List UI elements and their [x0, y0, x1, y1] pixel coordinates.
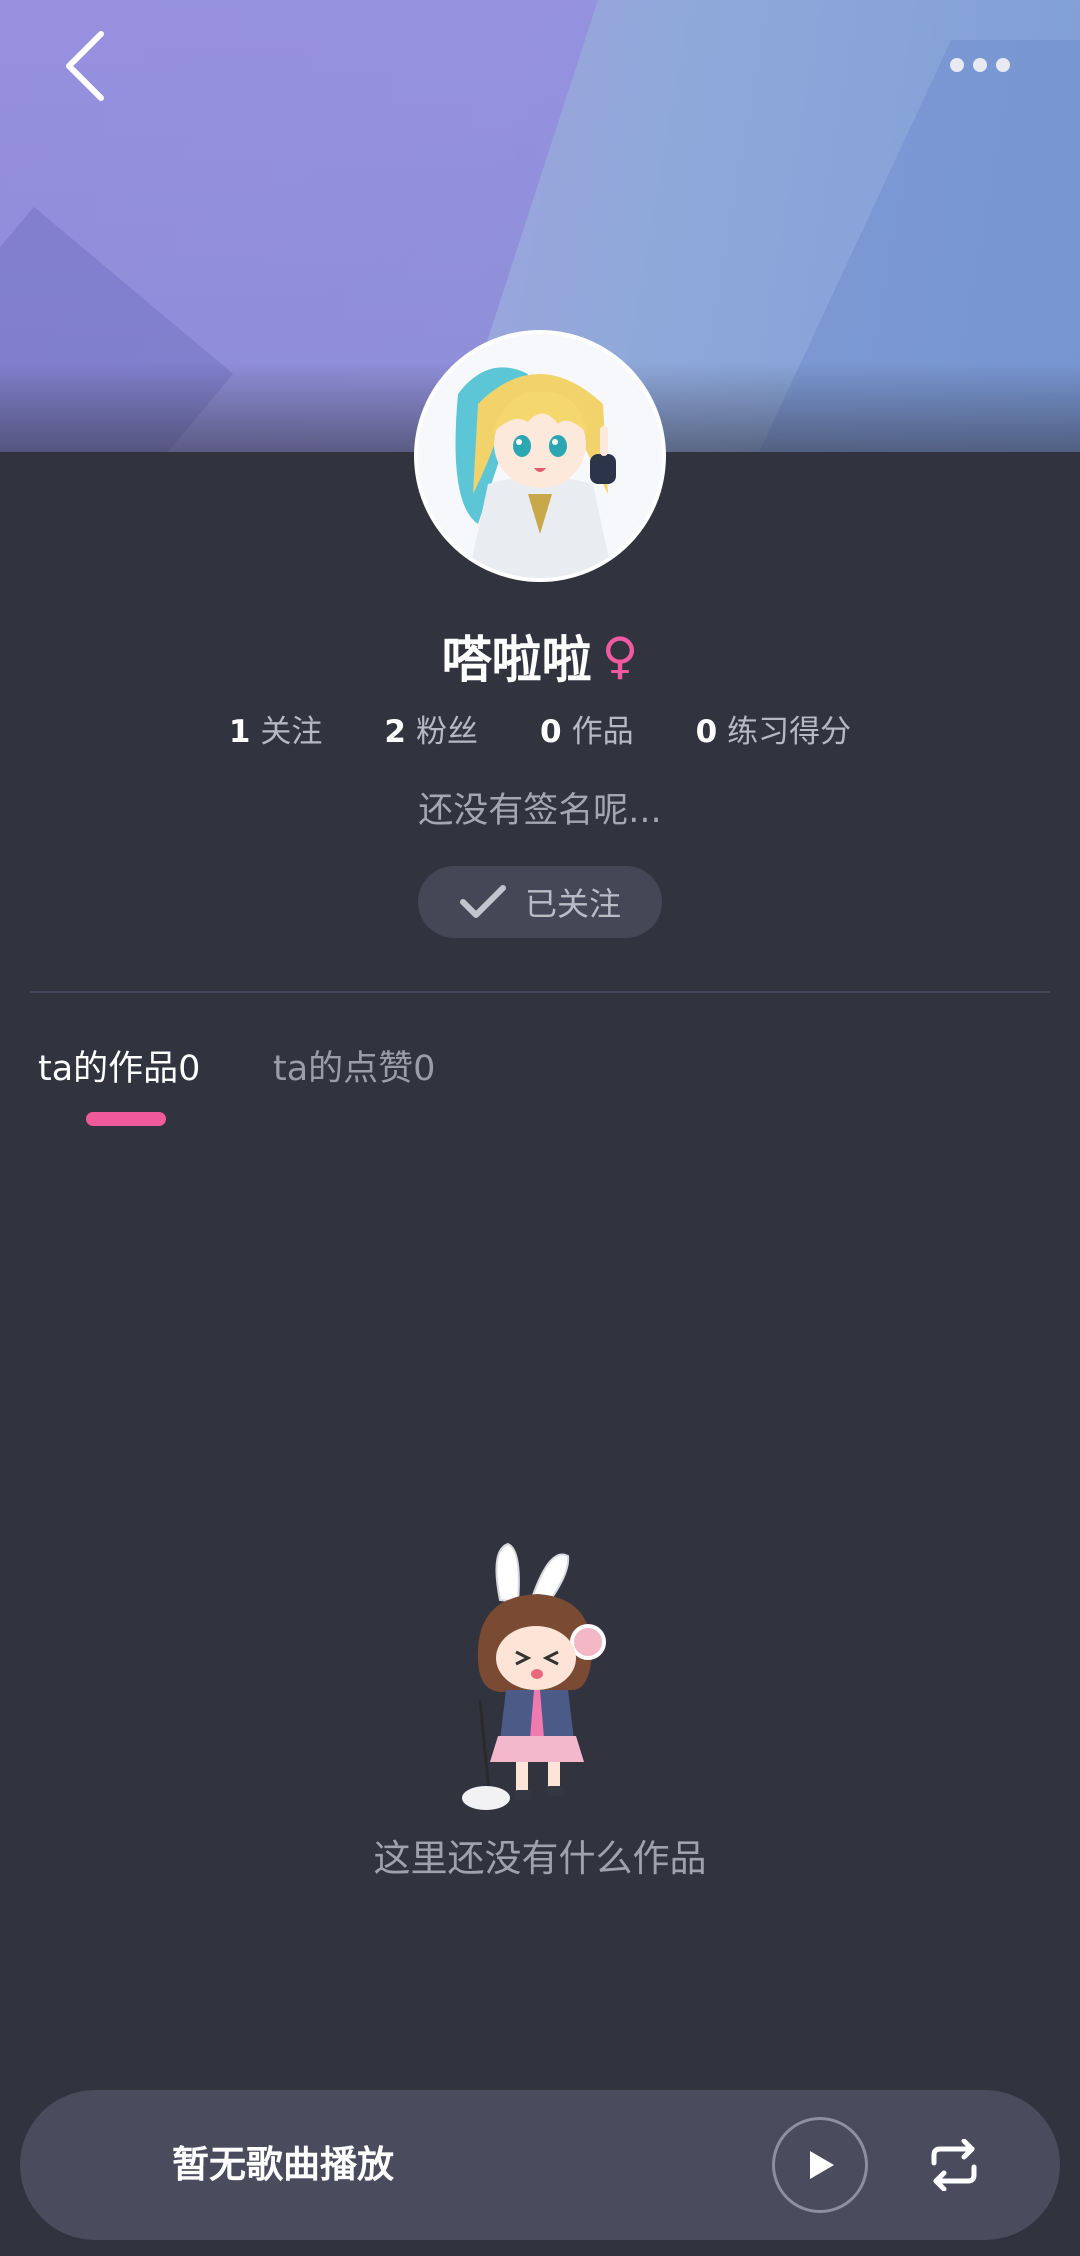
back-button[interactable]: [50, 26, 120, 106]
anime-girl-avatar-illustration: [418, 334, 662, 578]
followed-button[interactable]: 已关注: [418, 866, 662, 938]
active-tab-indicator: [86, 1112, 166, 1126]
followed-button-label: 已关注: [524, 885, 621, 923]
profile-stats: 1 关注 2 粉丝 0 作品 0 练习得分: [0, 706, 1080, 756]
mini-player[interactable]: 暂无歌曲播放: [20, 2090, 1060, 2240]
more-dots-icon: [950, 58, 1010, 72]
checkmark-icon: [459, 885, 506, 918]
stat-works-label: 作品: [571, 714, 634, 750]
empty-state-mascot: [460, 1540, 620, 1812]
player-status-text: 暂无歌曲播放: [172, 2143, 394, 2186]
female-gender-icon: ♀: [601, 627, 639, 685]
empty-state-message: 这里还没有什么作品: [373, 1837, 707, 1880]
profile-name: 嗒啦啦: [441, 631, 592, 689]
stat-following[interactable]: 1 关注: [229, 706, 323, 756]
play-button[interactable]: [772, 2117, 868, 2213]
section-divider: [30, 991, 1050, 993]
avatar[interactable]: [418, 334, 662, 578]
profile-signature: 还没有签名呢...: [418, 791, 662, 831]
stat-fans-label: 粉丝: [416, 714, 478, 750]
tab-works[interactable]: ta的作品0: [38, 1044, 200, 1094]
repeat-icon: [931, 2139, 977, 2191]
more-button[interactable]: [944, 40, 1016, 90]
stat-following-label: 关注: [260, 714, 323, 750]
profile-name-row: 嗒啦啦 ♀: [0, 620, 1080, 692]
stat-works[interactable]: 0 作品: [540, 706, 634, 756]
stat-following-value: 1: [228, 714, 251, 750]
stat-practice-score-value: 0: [695, 714, 718, 750]
stat-fans[interactable]: 2 粉丝: [384, 706, 478, 756]
chevron-left-icon: [66, 31, 104, 101]
repeat-button[interactable]: [914, 2127, 994, 2203]
stat-works-value: 0: [540, 714, 562, 750]
tab-likes[interactable]: ta的点赞0: [273, 1044, 435, 1094]
bunny-girl-mascot-illustration: [462, 1542, 606, 1810]
stat-fans-value: 2: [384, 714, 406, 750]
play-icon: [810, 2151, 834, 2179]
stat-practice-score-label: 练习得分: [727, 714, 852, 750]
stat-practice-score[interactable]: 0 练习得分: [696, 706, 852, 756]
